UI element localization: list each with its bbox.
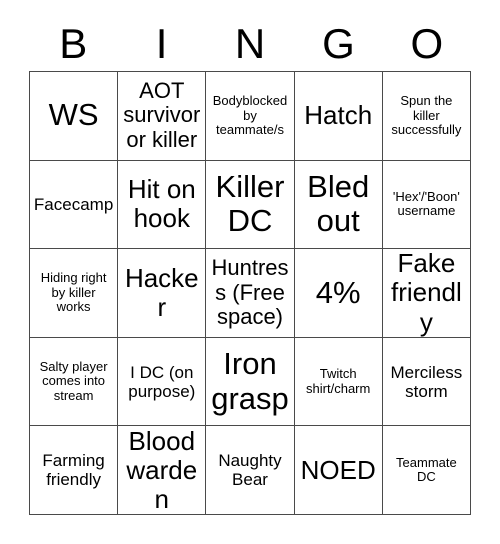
bingo-cell-label: NOED (300, 454, 376, 485)
bingo-cell[interactable]: Facecamp (30, 160, 119, 250)
bingo-cell-label: 4% (315, 274, 361, 310)
bingo-cell[interactable]: Bodyblocked by teammate/s (206, 72, 295, 161)
bingo-cell-label: Facecamp (33, 194, 114, 214)
bingo-cell-label: Spun the killer successfully (391, 92, 462, 138)
bingo-cell[interactable]: Hit on hook (118, 160, 207, 250)
bingo-cell-label: Twitch shirt/charm (306, 366, 371, 396)
bingo-cell[interactable]: Fake friendly (382, 249, 471, 338)
bingo-cell[interactable]: I DC (on purpose) (118, 337, 207, 427)
bingo-cell[interactable]: Blood warden (118, 426, 207, 515)
bingo-cell[interactable]: Teammate DC (382, 426, 471, 515)
bingo-cell-label: Merciless storm (390, 362, 463, 401)
bingo-cell[interactable]: WS (30, 72, 119, 161)
bingo-cell-label: Fake friendly (390, 249, 462, 337)
bingo-cell-label: Bled out (307, 168, 370, 239)
bingo-cell[interactable]: Huntress (Free space) (206, 249, 295, 338)
bingo-cell-label: Blood warden (126, 426, 198, 514)
bingo-cell-label: 'Hex'/'Boon' username (392, 188, 460, 219)
bingo-cell[interactable]: Hatch (294, 72, 383, 161)
header-letter-b: B (59, 20, 88, 67)
bingo-cell-label: Hiding right by killer works (40, 270, 107, 315)
bingo-cell-label: Hit on hook (127, 174, 196, 234)
bingo-cell[interactable]: Hacker (118, 249, 207, 338)
bingo-cell[interactable]: Salty player comes into stream (30, 337, 119, 427)
bingo-cell-label: AOT survivor or killer (123, 77, 201, 153)
bingo-cell[interactable]: Farming friendly (30, 426, 119, 515)
bingo-cell-label: WS (48, 97, 99, 133)
bingo-cell-label: Farming friendly (42, 451, 105, 490)
bingo-cell[interactable]: Spun the killer successfully (382, 72, 471, 161)
header-letter-g: G (322, 20, 355, 67)
bingo-cell-label: Bodyblocked by teammate/s (212, 92, 288, 138)
bingo-cell-label: Hatch (304, 100, 373, 131)
bingo-header: B I N G O (29, 18, 471, 70)
bingo-cell-label: Huntress (Free space) (211, 255, 289, 330)
bingo-cell-label: Killer DC (215, 168, 285, 239)
bingo-cell-label: Teammate DC (396, 454, 457, 485)
bingo-cell[interactable]: AOT survivor or killer (118, 72, 207, 161)
bingo-cell[interactable]: Iron grasp (206, 337, 295, 427)
bingo-cell[interactable]: Bled out (294, 160, 383, 250)
bingo-cell-label: Iron grasp (211, 345, 289, 416)
bingo-cell[interactable]: 4% (294, 249, 383, 338)
bingo-cell[interactable]: Twitch shirt/charm (294, 337, 383, 427)
header-letter-o: O (410, 20, 444, 67)
bingo-cell-label: Hacker (124, 262, 199, 322)
bingo-grid: WS AOT survivor or killer Bodyblocked by t… (29, 71, 471, 515)
header-letter-i: I (155, 20, 168, 67)
bingo-cell[interactable]: 'Hex'/'Boon' username (382, 160, 471, 250)
header-letter-n: N (234, 20, 266, 67)
bingo-cell[interactable]: Killer DC (206, 160, 295, 250)
bingo-cell[interactable]: Hiding right by killer works (30, 249, 119, 338)
bingo-cell-label: Salty player comes into stream (39, 358, 108, 403)
bingo-cell[interactable]: Naughty Bear (206, 426, 295, 515)
bingo-cell[interactable]: NOED (294, 426, 383, 515)
bingo-cell[interactable]: Merciless storm (382, 337, 471, 427)
bingo-card: B I N G O WS AOT survivor or killer Bodybl… (0, 0, 500, 544)
bingo-cell-label: I DC (on purpose) (128, 362, 196, 401)
bingo-cell-label: Naughty Bear (218, 451, 282, 490)
